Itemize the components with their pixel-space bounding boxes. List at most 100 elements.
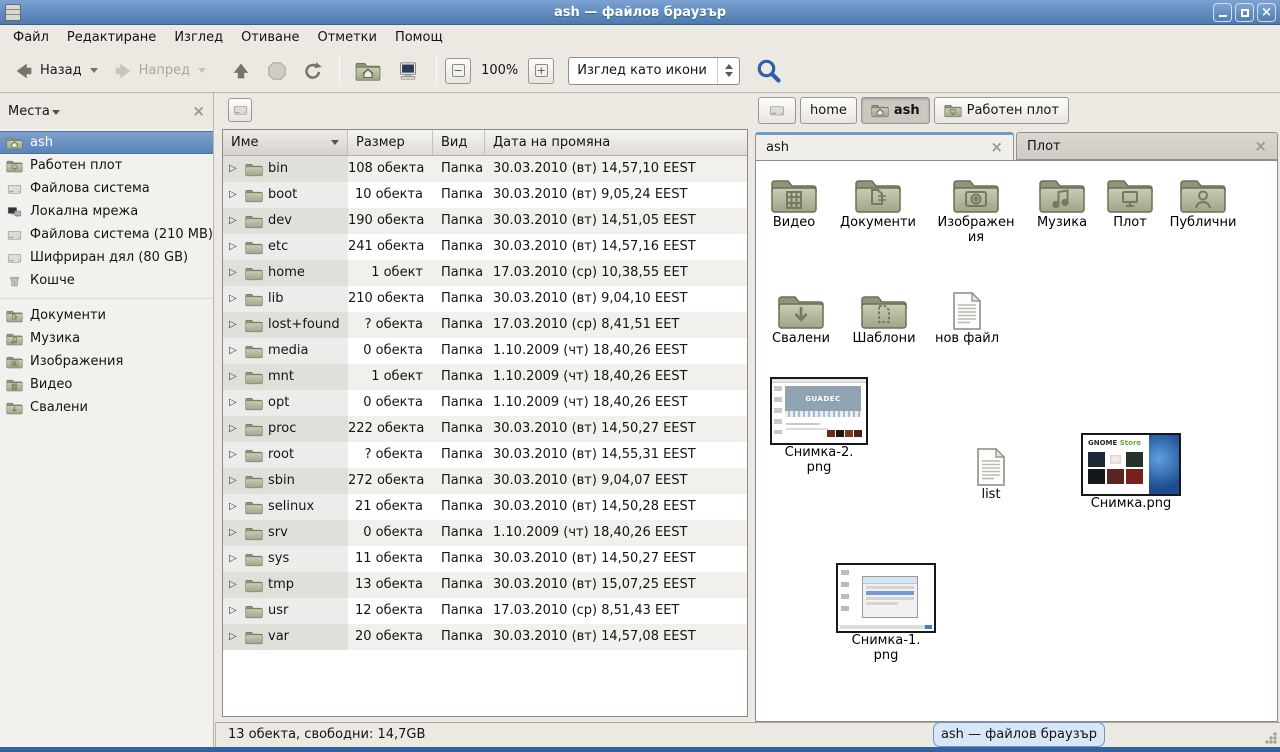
table-row[interactable]: ▷srv0 обектаПапка1.10.2009 (чт) 18,40,26…: [223, 520, 747, 546]
table-row[interactable]: ▷etc241 обектаПапка30.03.2010 (вт) 14,57…: [223, 234, 747, 260]
forward-button[interactable]: Напред: [105, 56, 213, 86]
icon-view-item[interactable]: GUADECСнимка-2.png: [764, 377, 874, 475]
date-cell: 1.10.2009 (чт) 18,40,26 EEST: [485, 390, 747, 416]
tab-close-icon[interactable]: ×: [990, 140, 1003, 155]
expander-icon[interactable]: ▷: [229, 546, 240, 572]
sidebar-item[interactable]: Шифриран дял (80 GB): [0, 246, 213, 269]
stop-button[interactable]: [259, 56, 295, 86]
sidebar-item[interactable]: Изображения: [0, 350, 213, 373]
column-header-label: Вид: [441, 135, 467, 150]
column-header[interactable]: Дата на промяна: [485, 130, 747, 155]
menu-item[interactable]: Редактиране: [58, 27, 165, 48]
expander-icon[interactable]: ▷: [229, 234, 240, 260]
tab-close-icon[interactable]: ×: [1254, 139, 1267, 154]
sidebar-item[interactable]: Музика: [0, 327, 213, 350]
column-header[interactable]: Размер: [348, 130, 433, 155]
table-row[interactable]: ▷dev190 обектаПапка30.03.2010 (вт) 14,51…: [223, 208, 747, 234]
sidebar-item[interactable]: Свалени: [0, 396, 213, 419]
expander-icon[interactable]: ▷: [229, 468, 240, 494]
combo-stepper-icon[interactable]: [717, 58, 739, 84]
sidebar-item[interactable]: ash: [0, 131, 213, 154]
maximize-button[interactable]: [1235, 3, 1254, 22]
table-row[interactable]: ▷lib210 обектаПапка30.03.2010 (вт) 9,04,…: [223, 286, 747, 312]
table-row[interactable]: ▷boot10 обектаПапка30.03.2010 (вт) 9,05,…: [223, 182, 747, 208]
table-row[interactable]: ▷sbin272 обектаПапка30.03.2010 (вт) 9,04…: [223, 468, 747, 494]
table-row[interactable]: ▷usr12 обектаПапка17.03.2010 (ср) 8,51,4…: [223, 598, 747, 624]
icon-view-item[interactable]: list: [936, 447, 1046, 502]
menu-item[interactable]: Отметки: [308, 27, 385, 48]
expander-icon[interactable]: ▷: [229, 520, 240, 546]
expander-icon[interactable]: ▷: [229, 338, 240, 364]
resize-grip[interactable]: [1264, 731, 1278, 745]
breadcrumb-button[interactable]: home: [800, 97, 857, 124]
expander-icon[interactable]: ▷: [229, 598, 240, 624]
sidebar-item[interactable]: Видео: [0, 373, 213, 396]
search-button[interactable]: [754, 56, 784, 86]
menu-item[interactable]: Изглед: [165, 27, 232, 48]
table-row[interactable]: ▷var20 обектаПапка30.03.2010 (вт) 14,57,…: [223, 624, 747, 650]
sidebar-item[interactable]: Локална мрежа: [0, 200, 213, 223]
expander-icon[interactable]: ▷: [229, 624, 240, 650]
menu-item[interactable]: Помощ: [386, 27, 452, 48]
table-row[interactable]: ▷lost+found? обектаПапка17.03.2010 (ср) …: [223, 312, 747, 338]
minimize-button[interactable]: [1213, 3, 1232, 22]
expander-icon[interactable]: ▷: [229, 156, 240, 182]
zoom-out-button[interactable]: −: [445, 58, 471, 84]
icon-view-item[interactable]: GNOME StoreСнимка.png: [1076, 433, 1186, 511]
sidebar-item[interactable]: Файлова система (210 MB): [0, 223, 213, 246]
expander-icon[interactable]: ▷: [229, 182, 240, 208]
menu-item[interactable]: Файл: [4, 27, 58, 48]
zoom-in-button[interactable]: +: [528, 58, 554, 84]
table-row[interactable]: ▷selinux21 обектаПапка30.03.2010 (вт) 14…: [223, 494, 747, 520]
view-mode-select[interactable]: Изглед като икони: [568, 57, 740, 85]
tab-Плот[interactable]: Плот×: [1016, 132, 1278, 160]
icon-view-item[interactable]: Документи: [823, 175, 933, 230]
breadcrumb-button[interactable]: Работен плот: [934, 97, 1069, 124]
table-row[interactable]: ▷opt0 обектаПапка1.10.2009 (чт) 18,40,26…: [223, 390, 747, 416]
table-row[interactable]: ▷mnt1 обектПапка1.10.2009 (чт) 18,40,26 …: [223, 364, 747, 390]
close-button[interactable]: ×: [1257, 3, 1276, 22]
tree-root-button[interactable]: [228, 98, 252, 122]
home-button[interactable]: [348, 56, 388, 86]
expander-icon[interactable]: ▷: [229, 572, 240, 598]
sidebar-title[interactable]: Места: [8, 104, 50, 119]
forward-history-chevron-icon[interactable]: [198, 68, 206, 73]
sidebar-item[interactable]: Работен плот: [0, 154, 213, 177]
expander-icon[interactable]: ▷: [229, 208, 240, 234]
sidebar-item[interactable]: Кошче: [0, 269, 213, 292]
chevron-down-icon[interactable]: [52, 110, 60, 115]
computer-button[interactable]: [388, 56, 428, 86]
icon-view-item[interactable]: Снимка-1.png: [831, 563, 941, 663]
table-row[interactable]: ▷home1 обектПапка17.03.2010 (ср) 10,38,5…: [223, 260, 747, 286]
table-row[interactable]: ▷media0 обектаПапка1.10.2009 (чт) 18,40,…: [223, 338, 747, 364]
expander-icon[interactable]: ▷: [229, 416, 240, 442]
expander-icon[interactable]: ▷: [229, 364, 240, 390]
expander-icon[interactable]: ▷: [229, 442, 240, 468]
sidebar-item[interactable]: Документи: [0, 304, 213, 327]
back-history-chevron-icon[interactable]: [90, 68, 98, 73]
up-button[interactable]: [223, 56, 259, 86]
menu-item[interactable]: Отиване: [232, 27, 308, 48]
expander-icon[interactable]: ▷: [229, 312, 240, 338]
expander-icon[interactable]: ▷: [229, 260, 240, 286]
expander-icon[interactable]: ▷: [229, 286, 240, 312]
icon-view-item[interactable]: нов файл: [912, 291, 1022, 346]
taskbar-window-button[interactable]: ash — файлов браузър: [933, 722, 1105, 747]
table-row[interactable]: ▷root? обектаПапка30.03.2010 (вт) 14,55,…: [223, 442, 747, 468]
sidebar-item[interactable]: Файлова система: [0, 177, 213, 200]
back-button[interactable]: Назад: [6, 56, 105, 86]
table-row[interactable]: ▷proc222 обектаПапка30.03.2010 (вт) 14,5…: [223, 416, 747, 442]
reload-button[interactable]: [295, 56, 331, 86]
breadcrumb-button[interactable]: ash: [861, 97, 930, 124]
table-row[interactable]: ▷sys11 обектаПапка30.03.2010 (вт) 14,50,…: [223, 546, 747, 572]
sidebar-close-icon[interactable]: ×: [192, 104, 205, 119]
tab-ash[interactable]: ash×: [755, 132, 1014, 160]
expander-icon[interactable]: ▷: [229, 390, 240, 416]
icon-view-item[interactable]: Публични: [1148, 175, 1258, 230]
column-header[interactable]: Вид: [433, 130, 485, 155]
expander-icon[interactable]: ▷: [229, 494, 240, 520]
table-row[interactable]: ▷bin108 обектаПапка30.03.2010 (вт) 14,57…: [223, 156, 747, 182]
table-row[interactable]: ▷tmp13 обектаПапка30.03.2010 (вт) 15,07,…: [223, 572, 747, 598]
column-header[interactable]: Име: [223, 130, 348, 155]
breadcrumb-button[interactable]: [758, 97, 796, 124]
